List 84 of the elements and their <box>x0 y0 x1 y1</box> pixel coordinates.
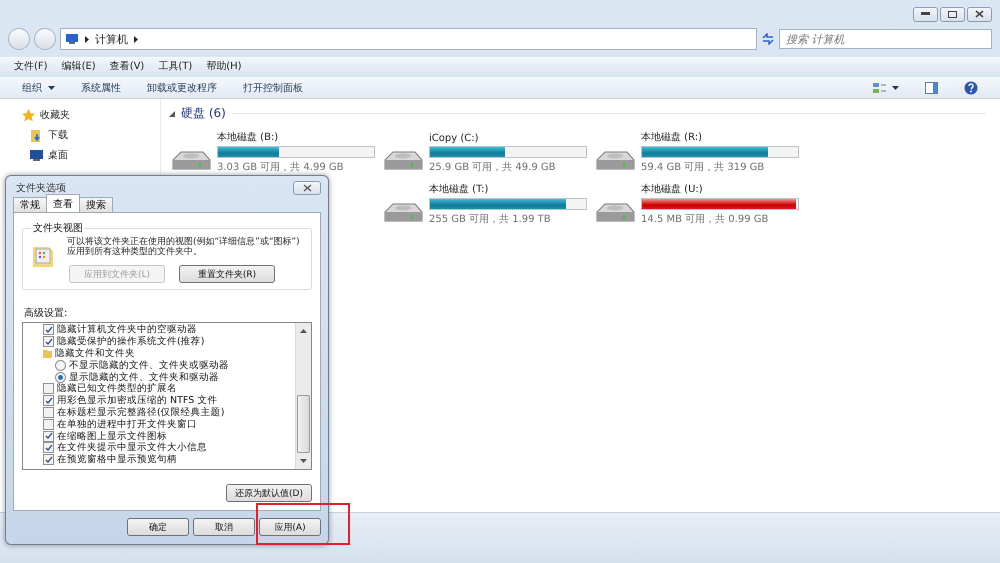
scrollbar[interactable] <box>295 323 311 469</box>
chevron-icon <box>134 36 138 42</box>
desktop-icon <box>30 150 43 160</box>
address-bar[interactable]: 计算机 <box>60 28 757 50</box>
dialog-button[interactable]: 应用(A) <box>259 518 321 536</box>
star-icon <box>22 108 35 122</box>
drive-name[interactable]: 本地磁盘 (R:) <box>641 130 799 144</box>
checkbox[interactable] <box>43 324 54 336</box>
drive-space: 59.4 GB 可用，共 319 GB <box>641 160 766 174</box>
drive-name[interactable]: iCopy (C:) <box>429 133 587 144</box>
minimize-button[interactable] <box>913 6 938 22</box>
dialog-button[interactable]: 取消 <box>193 518 255 536</box>
close-button[interactable] <box>293 181 321 195</box>
group-title: 文件夹视图 <box>32 222 84 235</box>
refresh-icon <box>761 33 775 45</box>
toolbar-button[interactable]: 卸载或更改程序 <box>147 80 217 94</box>
menu-item[interactable]: 工具(T) <box>158 58 192 72</box>
close-icon <box>302 184 312 192</box>
setting-label: 在预览窗格中显示预览句柄 <box>57 453 177 466</box>
setting-label: 隐藏受保护的操作系统文件(推荐) <box>57 335 204 348</box>
checkbox[interactable] <box>43 454 54 466</box>
drive-space: 14.5 MB 可用，共 0.99 GB <box>641 212 770 226</box>
checkbox[interactable] <box>43 418 54 430</box>
drive-space: 255 GB 可用，共 1.99 TB <box>429 212 552 226</box>
drive-name[interactable]: 本地磁盘 (U:) <box>641 182 799 196</box>
menu-item[interactable]: 文件(F) <box>14 58 48 72</box>
setting-label: 在标题栏显示完整路径(仅限经典主题) <box>57 406 224 419</box>
close-button[interactable] <box>967 6 992 22</box>
sidebar-item[interactable]: 收藏夹 <box>40 108 70 122</box>
folder-icon <box>43 348 52 358</box>
scroll-up-icon <box>300 329 307 333</box>
setting-label: 隐藏文件和文件夹 <box>55 347 135 360</box>
drive-space: 3.03 GB 可用，共 4.99 GB <box>217 160 344 174</box>
checkbox[interactable] <box>43 430 54 442</box>
setting-label: 在缩略图上显示文件图标 <box>57 430 167 442</box>
dialog-button[interactable]: 确定 <box>127 518 189 536</box>
maximize-button[interactable] <box>940 6 965 22</box>
toolbar-button[interactable]: 系统属性 <box>81 80 121 94</box>
checkbox[interactable] <box>43 442 54 454</box>
section-label: 高级设置: <box>24 306 68 320</box>
restore-defaults-button[interactable]: 还原为默认值(D) <box>226 484 312 502</box>
scroll-down-icon <box>300 459 307 463</box>
menu-item[interactable]: 帮助(H) <box>206 58 242 72</box>
checkbox[interactable] <box>43 395 54 406</box>
drive-name[interactable]: 本地磁盘 (B:) <box>217 130 375 144</box>
dialog-title: 文件夹选项 <box>16 182 66 195</box>
search-field[interactable]: 搜索 计算机 <box>779 29 992 49</box>
breadcrumb: 计算机 <box>95 32 128 46</box>
checkbox[interactable] <box>43 406 54 418</box>
menu-item[interactable]: 编辑(E) <box>62 58 96 72</box>
checkbox[interactable] <box>43 383 54 394</box>
collapse-icon <box>169 110 175 116</box>
close-icon <box>975 10 984 18</box>
setting-label: 隐藏已知文件类型的扩展名 <box>57 382 177 395</box>
setting-label: 隐藏计算机文件夹中的空驱动器 <box>57 323 197 336</box>
tab[interactable]: 查看 <box>46 194 80 212</box>
menu-item[interactable]: 查看(V) <box>110 58 144 72</box>
preview-pane-icon[interactable] <box>925 82 938 94</box>
minimize-icon <box>921 12 930 16</box>
help-icon[interactable] <box>964 80 978 94</box>
setting-label: 显示隐藏的文件、文件夹和驱动器 <box>69 370 219 383</box>
toolbar-button[interactable]: 组织 <box>22 80 55 94</box>
setting-label: 用彩色显示加密或压缩的 NTFS 文件 <box>57 394 218 407</box>
view-options-icon[interactable] <box>873 82 899 94</box>
setting-label: 在单独的进程中打开文件夹窗口 <box>57 418 197 431</box>
radio-button[interactable] <box>55 372 66 383</box>
description-text: 可以将该文件夹正在使用的视图(例如“详细信息”或“图标”)应用到所有这种类型的文件夹中。 <box>67 237 301 257</box>
tab[interactable]: 常规 <box>13 197 47 212</box>
setting-label: 不显示隐藏的文件、文件夹或驱动器 <box>69 358 229 372</box>
drive-space: 25.9 GB 可用，共 49.9 GB <box>429 160 556 174</box>
radio-button[interactable] <box>55 360 66 371</box>
computer-icon <box>65 33 79 45</box>
setting-label: 在文件夹提示中显示文件大小信息 <box>57 441 207 454</box>
maximize-icon <box>948 10 957 18</box>
group-title: 硬盘 (6) <box>181 105 226 122</box>
toolbar-button[interactable]: 打开控制面板 <box>243 80 303 94</box>
dialog-button[interactable]: 重置文件夹(R) <box>179 265 275 283</box>
checkbox[interactable] <box>43 336 54 348</box>
sidebar-item[interactable]: 桌面 <box>48 148 68 162</box>
download-folder-icon <box>30 128 43 142</box>
tab[interactable]: 搜索 <box>79 197 113 212</box>
drive-name[interactable]: 本地磁盘 (T:) <box>429 182 587 196</box>
sidebar-item[interactable]: 下载 <box>48 128 68 142</box>
chevron-icon <box>85 36 89 42</box>
